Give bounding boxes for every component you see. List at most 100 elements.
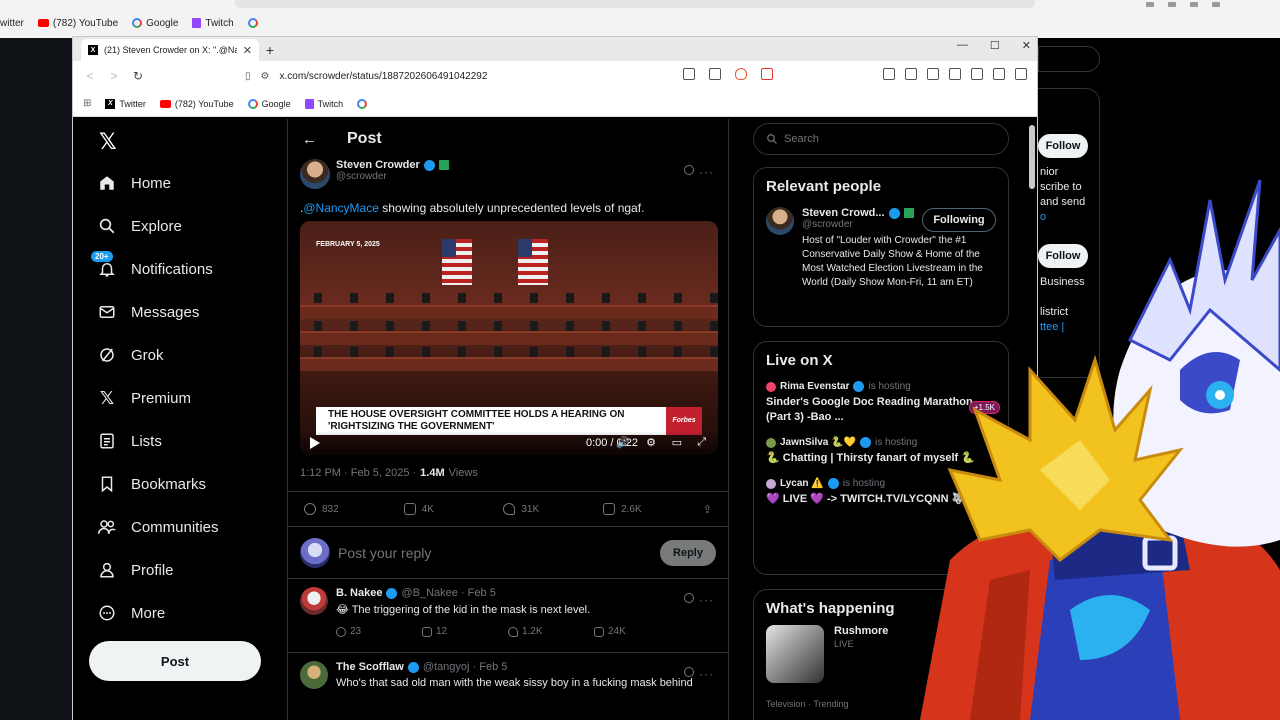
outer-address-bar[interactable] bbox=[235, 0, 1035, 8]
outer-bookmark-google[interactable]: Google bbox=[132, 18, 178, 29]
outer-follow-button[interactable]: Follow bbox=[1038, 134, 1088, 158]
url-field[interactable]: ▯ ⚙ x.com/scrowder/status/18872026064910… bbox=[245, 71, 487, 82]
minimize-icon[interactable]: — bbox=[957, 39, 968, 52]
search-bar[interactable] bbox=[753, 123, 1009, 155]
reply-handle[interactable]: @tangyoj · Feb 5 bbox=[423, 661, 508, 673]
nav-grok[interactable]: Grok bbox=[97, 341, 164, 369]
more-options-icon[interactable]: ··· bbox=[699, 667, 714, 681]
nav-notifications[interactable]: 20+ Notifications bbox=[91, 251, 213, 283]
music-icon[interactable] bbox=[927, 68, 939, 80]
back-icon[interactable]: < bbox=[83, 69, 97, 83]
maximize-icon[interactable]: ☐ bbox=[990, 39, 1000, 52]
toolbar-icon[interactable] bbox=[1190, 1, 1198, 7]
outer-bookmark-twitter[interactable]: witter bbox=[0, 18, 24, 29]
brave-shield-icon[interactable] bbox=[735, 68, 747, 80]
close-window-icon[interactable]: ✕ bbox=[1022, 39, 1031, 52]
toolbar-icon[interactable] bbox=[1146, 1, 1154, 7]
fullscreen-icon[interactable]: ⤢ bbox=[697, 436, 706, 449]
like-button[interactable]: 31K bbox=[503, 503, 603, 515]
play-icon[interactable] bbox=[310, 437, 320, 449]
nav-home[interactable]: Home bbox=[97, 169, 171, 197]
pip-icon[interactable]: ▭ bbox=[672, 436, 682, 449]
outer-link[interactable]: ttee | bbox=[1040, 320, 1064, 335]
browser-tab[interactable]: X (21) Steven Crowder on X: ".@Na ✕ bbox=[81, 39, 259, 61]
share-icon[interactable] bbox=[709, 68, 721, 80]
share-icon[interactable]: ⇪ bbox=[703, 503, 712, 516]
avatar[interactable] bbox=[300, 537, 330, 568]
following-button[interactable]: Following bbox=[922, 208, 996, 232]
bookmark-page-icon[interactable]: ▯ bbox=[245, 71, 251, 82]
new-tab-button[interactable]: + bbox=[259, 39, 281, 61]
nav-more[interactable]: More bbox=[97, 599, 165, 627]
nav-premium[interactable]: 𝕏 Premium bbox=[97, 384, 191, 412]
site-info-icon[interactable]: ⚙ bbox=[261, 71, 270, 82]
bookmark-google-2[interactable] bbox=[357, 98, 368, 109]
x-logo-icon[interactable]: 𝕏 bbox=[99, 129, 117, 155]
avatar[interactable] bbox=[766, 207, 794, 235]
trend-item[interactable]: Rushmore LIVE bbox=[766, 625, 996, 683]
forward-icon[interactable]: > bbox=[107, 69, 121, 83]
mention-link[interactable]: @NancyMace bbox=[303, 201, 379, 215]
post-button[interactable]: Post bbox=[89, 641, 261, 681]
reply-item[interactable]: B. Nakee @B_Nakee · Feb 5 😂 The triggerin… bbox=[288, 579, 728, 653]
avatar[interactable] bbox=[300, 159, 330, 189]
reply-button[interactable]: 23 bbox=[336, 626, 422, 637]
reply-author[interactable]: B. Nakee bbox=[336, 587, 382, 599]
live-item[interactable]: Lycan ⚠️ is hosting 💜 LIVE 💜 -> TWITCH.TV… bbox=[766, 478, 996, 507]
author-name-row[interactable]: Steven Crowder bbox=[336, 159, 449, 171]
menu-icon[interactable] bbox=[1015, 68, 1027, 80]
reply-handle[interactable]: @B_Nakee · Feb 5 bbox=[401, 587, 495, 599]
grok-explain-icon[interactable] bbox=[684, 593, 694, 603]
nav-messages[interactable]: Messages bbox=[97, 298, 199, 326]
extension-icon[interactable] bbox=[905, 68, 917, 80]
extension-icon[interactable] bbox=[883, 68, 895, 80]
wallet-icon[interactable] bbox=[971, 68, 983, 80]
person-name[interactable]: Steven Crowd... bbox=[802, 207, 885, 219]
nav-bookmarks[interactable]: Bookmarks bbox=[97, 470, 206, 498]
repost-button[interactable]: 4K bbox=[403, 503, 504, 515]
nav-communities[interactable]: Communities bbox=[97, 513, 219, 541]
toolbar-icon[interactable] bbox=[1212, 1, 1220, 7]
toolbar-icon[interactable] bbox=[1168, 1, 1176, 7]
reply-item[interactable]: The Scofflaw @tangyoj · Feb 5 Who's that … bbox=[288, 653, 728, 720]
more-options-icon[interactable]: ··· bbox=[699, 593, 714, 607]
bookmark-google[interactable]: Google bbox=[247, 98, 291, 109]
avatar[interactable] bbox=[300, 661, 328, 689]
author-handle[interactable]: @scrowder bbox=[336, 171, 449, 182]
outer-link[interactable]: o bbox=[1040, 210, 1046, 225]
close-tab-icon[interactable]: ✕ bbox=[243, 44, 252, 57]
nav-profile[interactable]: Profile bbox=[97, 556, 174, 584]
vpn-icon[interactable] bbox=[993, 68, 1005, 80]
grok-explain-icon[interactable] bbox=[684, 667, 694, 677]
cast-icon[interactable] bbox=[683, 68, 695, 80]
back-arrow-icon[interactable]: ← bbox=[302, 131, 317, 148]
repost-button[interactable]: 12 bbox=[422, 626, 508, 637]
search-input[interactable] bbox=[784, 133, 984, 145]
bookmark-youtube[interactable]: (782) YouTube bbox=[159, 99, 234, 109]
nav-lists[interactable]: Lists bbox=[97, 427, 162, 455]
live-item[interactable]: JawnSilva 🐍💛 is hosting 🐍 Chatting | Thir… bbox=[766, 437, 996, 466]
grok-explain-icon[interactable] bbox=[684, 165, 694, 175]
outer-bookmark-google-2[interactable] bbox=[247, 18, 258, 28]
bookmark-twitter[interactable]: X Twitter bbox=[105, 98, 146, 109]
outer-follow-button[interactable]: Follow bbox=[1038, 244, 1088, 268]
settings-icon[interactable]: ⚙ bbox=[646, 436, 656, 449]
reply-submit-button[interactable]: Reply bbox=[660, 539, 716, 566]
outer-bookmark-twitch[interactable]: Twitch bbox=[192, 18, 234, 29]
more-options-icon[interactable]: ··· bbox=[699, 165, 714, 179]
outer-bookmark-youtube[interactable]: (782) YouTube bbox=[37, 18, 118, 29]
scrollbar[interactable] bbox=[1029, 125, 1035, 189]
bookmark-button[interactable]: 2.6K bbox=[603, 503, 703, 515]
video-player[interactable]: FEBRUARY 5, 2025 THE HOUSE OVERSIGHT COM… bbox=[300, 221, 718, 455]
live-item[interactable]: Rima Evenstar is hosting Sinder's Google … bbox=[766, 381, 1000, 425]
bookmark-twitch[interactable]: Twitch bbox=[304, 98, 343, 109]
outer-search-box[interactable] bbox=[1038, 46, 1100, 72]
reply-author[interactable]: The Scofflaw bbox=[336, 661, 404, 673]
volume-icon[interactable]: 🔊 bbox=[616, 436, 630, 449]
tweet-timestamp[interactable]: 1:12 PM · Feb 5, 2025 · bbox=[300, 467, 416, 479]
reload-icon[interactable]: ↻ bbox=[131, 69, 145, 83]
views-button[interactable]: 24K bbox=[594, 626, 680, 637]
like-button[interactable]: 1.2K bbox=[508, 626, 594, 637]
nav-explore[interactable]: Explore bbox=[97, 212, 182, 240]
avatar[interactable] bbox=[300, 587, 328, 615]
